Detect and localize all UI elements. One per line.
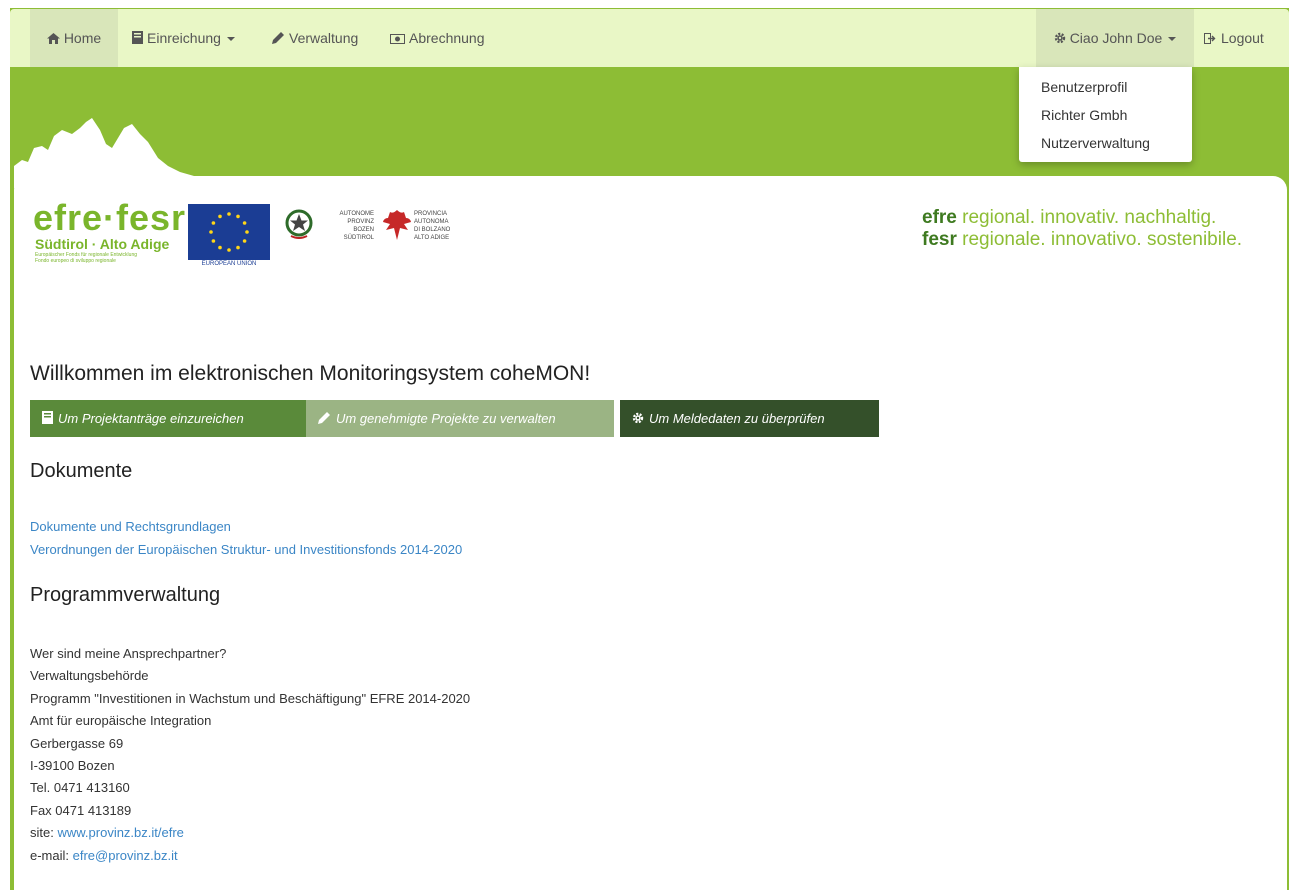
logout-icon	[1204, 10, 1217, 68]
manage-projects-button[interactable]: Um genehmigte Projekte zu verwalten	[306, 400, 614, 437]
province-eagle-icon	[383, 210, 411, 240]
prov-de-line: BOZEN	[353, 227, 374, 233]
prov-de-line: AUTONOME	[339, 211, 374, 217]
chevron-down-icon	[226, 37, 235, 42]
button-label: Um Meldedaten zu überprüfen	[649, 411, 825, 426]
documents-legal-link[interactable]: Dokumente und Rechtsgrundlagen	[30, 519, 231, 534]
gear-icon	[632, 401, 644, 438]
home-icon	[46, 10, 60, 68]
province-name-it: PROVINCIA AUTONOMA DI BOLZANO ALTO ADIGE	[414, 210, 450, 242]
nav-abrechnung[interactable]: Abrechnung	[390, 9, 485, 67]
user-greeting: Ciao John Doe	[1069, 30, 1163, 46]
user-dropdown-menu: Benutzerprofil Richter Gmbh Nutzerverwal…	[1019, 67, 1192, 162]
user-menu-toggle[interactable]: Ciao John Doe	[1036, 9, 1194, 67]
nav-abrechnung-label: Abrechnung	[409, 30, 485, 46]
contact-line: Verwaltungsbehörde	[30, 668, 149, 684]
contact-line: Fax 0471 413189	[30, 802, 132, 818]
prov-de-line: PROVINZ	[347, 219, 374, 225]
pencil-icon	[318, 401, 331, 438]
prov-it-line: PROVINCIA	[414, 211, 448, 217]
book-icon	[132, 10, 143, 68]
top-navbar: Home Einreichung Verwaltung Abrechnung C…	[10, 9, 1289, 67]
contact-line: Tel. 0471 413160	[30, 780, 130, 796]
check-report-data-button[interactable]: Um Meldedaten zu überprüfen	[620, 400, 879, 437]
book-icon	[42, 401, 53, 438]
program-management-heading: Programmverwaltung	[30, 584, 221, 606]
contact-line: Wer sind meine Ansprechpartner?	[30, 646, 227, 661]
logo-tagline-it: Fondo europeo di sviluppo regionale	[35, 258, 116, 264]
prov-it-line: AUTONOMA	[414, 219, 449, 225]
pencil-icon	[272, 10, 285, 68]
prov-it-line: DI BOLZANO	[414, 227, 451, 233]
menu-item-benutzerprofil[interactable]: Benutzerprofil	[1041, 79, 1127, 95]
nav-einreichung-label: Einreichung	[147, 30, 221, 46]
contact-line: Gerbergasse 69	[30, 735, 124, 751]
contact-email: e-mail: efre@provinz.bz.it	[30, 845, 470, 867]
site-label: site:	[30, 825, 58, 841]
nav-logout-label: Logout	[1221, 30, 1264, 46]
button-label: Um Projektanträge einzureichen	[58, 411, 244, 426]
contact-site: site: www.provinz.bz.it/efre	[30, 822, 470, 844]
nav-home[interactable]: Home	[30, 9, 118, 67]
nav-home-label: Home	[63, 30, 102, 46]
prov-de-line: SÜDTIROL	[343, 235, 374, 241]
nav-logout[interactable]: Logout	[1204, 9, 1264, 67]
efre-fesr-logo: efre·fesr Südtirol · Alto Adige Europäis…	[33, 197, 187, 265]
website-link[interactable]: www.provinz.bz.it/efre	[57, 825, 183, 840]
chevron-down-icon	[1168, 37, 1177, 42]
contact-line: I-39100 Bozen	[30, 758, 115, 774]
slogan: efre regional. innovativ. nachhaltig. fe…	[922, 207, 1242, 251]
menu-item-nutzerverwaltung[interactable]: Nutzerverwaltung	[1041, 135, 1150, 151]
regulations-link[interactable]: Verordnungen der Europäischen Struktur- …	[30, 542, 462, 557]
nav-einreichung[interactable]: Einreichung	[132, 9, 235, 67]
contact-info: Wer sind meine Ansprechpartner? Verwaltu…	[30, 643, 470, 867]
page-title: Willkommen im elektronischen Monitorings…	[30, 362, 591, 385]
eu-label: EUROPEAN UNION	[201, 261, 257, 267]
logo-title: efre·fesr	[33, 197, 187, 238]
submit-applications-button[interactable]: Um Projektanträge einzureichen	[30, 400, 306, 437]
eu-flag-icon	[188, 204, 270, 260]
nav-verwaltung-label: Verwaltung	[289, 30, 359, 46]
email-link[interactable]: efre@provinz.bz.it	[73, 848, 178, 863]
prov-it-line: ALTO ADIGE	[414, 235, 450, 241]
slogan-efre: efre	[922, 207, 957, 228]
button-label: Um genehmigte Projekte zu verwalten	[336, 411, 556, 426]
contact-line: Amt für europäische Integration	[30, 713, 212, 729]
documents-heading: Dokumente	[30, 460, 133, 482]
menu-item-company[interactable]: Richter Gmbh	[1041, 107, 1127, 123]
nav-verwaltung[interactable]: Verwaltung	[272, 9, 358, 67]
slogan-line-de: regional. innovativ. nachhaltig.	[956, 207, 1217, 228]
money-icon	[390, 10, 405, 68]
province-name-de: AUTONOME PROVINZ BOZEN SÜDTIROL	[318, 210, 374, 242]
gear-icon	[1054, 10, 1066, 68]
logo-subtitle: Südtirol · Alto Adige	[35, 236, 170, 252]
slogan-line-it: regionale. innovativo. sostenibile.	[956, 229, 1243, 250]
contact-line: Programm "Investitionen in Wachstum und …	[30, 690, 471, 706]
italian-emblem-icon	[285, 209, 313, 239]
slogan-fesr: fesr	[922, 229, 957, 250]
email-label: e-mail:	[30, 847, 73, 863]
